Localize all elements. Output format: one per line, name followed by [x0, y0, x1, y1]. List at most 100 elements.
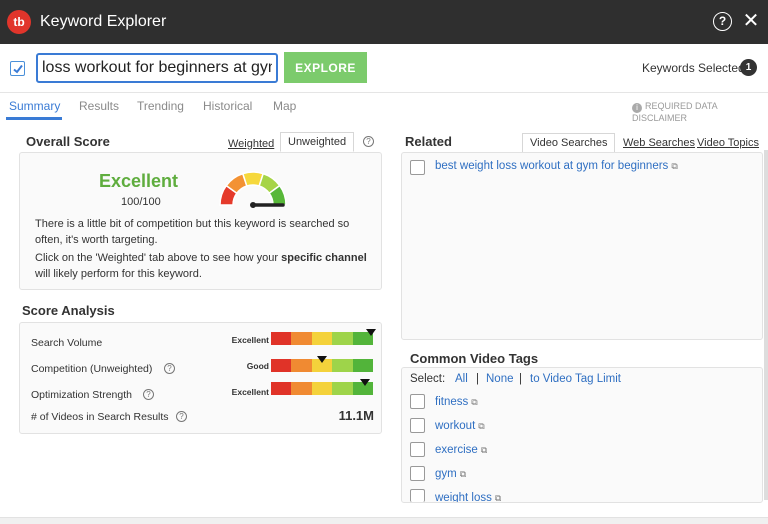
related-card [401, 152, 763, 340]
bar-segment [271, 359, 292, 372]
tag-checkbox[interactable] [410, 466, 425, 481]
bar-segment [332, 359, 353, 372]
competition-question-icon[interactable]: ? [164, 363, 175, 374]
main-tabs: Summary Results Trending Historical Map … [0, 93, 768, 123]
keywords-selected-label[interactable]: Keywords Selected [642, 61, 745, 75]
weighted-hint: Click on the 'Weighted' tab above to see… [35, 250, 370, 282]
select-label: Select: [410, 373, 446, 385]
scrollbar[interactable] [764, 150, 768, 500]
overall-score-title: Overall Score [26, 134, 110, 149]
optimization-level: Excellent [231, 387, 269, 397]
search-volume-level: Excellent [231, 335, 269, 345]
keywords-selected-count-badge[interactable]: 1 [740, 59, 757, 76]
external-link-icon: ⧉ [671, 161, 678, 171]
external-link-icon: ⧉ [471, 397, 478, 407]
tag-text: exercise [435, 444, 478, 456]
tab-summary[interactable]: Summary [9, 99, 60, 113]
videos-count: 11.1M [338, 408, 374, 423]
help-icon[interactable]: ? [713, 12, 732, 31]
related-keyword-text: best weight loss workout at gym for begi… [435, 160, 669, 172]
related-checkbox[interactable] [410, 160, 425, 175]
competition-label-text: Competition (Unweighted) [31, 363, 153, 375]
data-disclaimer-link[interactable]: i REQUIRED DATA DISCLAIMER [632, 101, 768, 123]
tag-checkbox[interactable] [410, 442, 425, 457]
select-all-link[interactable]: All [455, 373, 468, 385]
tab-historical[interactable]: Historical [203, 99, 252, 113]
videos-label-text: # of Videos in Search Results [31, 411, 169, 423]
external-link-icon: ⧉ [480, 445, 488, 455]
weighted-tab[interactable]: Weighted [228, 138, 274, 150]
tag-link[interactable]: exercise ⧉ [435, 444, 487, 456]
search-bar: EXPLORE Keywords Selected 1 [0, 44, 768, 93]
separator: | [476, 373, 479, 385]
bar-segment [332, 382, 353, 395]
external-link-icon: ⧉ [459, 469, 467, 479]
app-title: Keyword Explorer [40, 13, 167, 30]
keyword-checkbox[interactable] [10, 61, 25, 76]
select-none-link[interactable]: None [486, 373, 514, 385]
score-rating: Excellent [99, 171, 179, 191]
bar-segment [332, 332, 353, 345]
video-tags-title: Common Video Tags [410, 351, 539, 366]
competition-marker [317, 356, 327, 363]
select-limit-link[interactable]: to Video Tag Limit [530, 373, 621, 385]
related-title: Related [405, 134, 452, 149]
bar-segment [311, 382, 333, 395]
disclaimer-text: REQUIRED DATA DISCLAIMER [632, 101, 718, 123]
checkmark-icon [13, 64, 23, 74]
keyword-search-input[interactable] [36, 53, 278, 83]
bar-segment [271, 382, 292, 395]
search-volume-label: Search Volume [31, 337, 103, 349]
tag-text: fitness [435, 396, 469, 408]
bar-segment [291, 359, 312, 372]
bar-segment [352, 359, 374, 372]
footer-strip [0, 517, 768, 524]
search-volume-marker [365, 329, 376, 336]
related-keyword-link[interactable]: best weight loss workout at gym for begi… [435, 160, 678, 172]
tag-text: workout [435, 420, 476, 432]
score-gauge [219, 171, 287, 208]
competition-level: Good [246, 361, 269, 371]
app-logo-icon: tb [7, 10, 31, 34]
tag-text: gym [435, 468, 457, 480]
videos-label: # of Videos in Search Results [31, 411, 169, 423]
optimization-bar [271, 382, 374, 395]
tab-video-topics[interactable]: Video Topics [697, 137, 759, 149]
tab-web-searches[interactable]: Web Searches [623, 137, 695, 149]
close-icon[interactable]: ✕ [741, 9, 761, 33]
tag-link[interactable]: workout ⧉ [435, 420, 485, 432]
tag-text: weight loss [435, 492, 492, 502]
unweighted-tab[interactable]: Unweighted [280, 132, 355, 152]
videos-question-icon[interactable]: ? [176, 411, 187, 422]
tab-video-searches[interactable]: Video Searches [522, 133, 616, 153]
score-number: 100/100 [121, 196, 161, 208]
tag-clip: weight loss ⧉ [402, 488, 762, 502]
tag-link[interactable]: weight loss ⧉ [435, 492, 501, 502]
hint-text-end: will likely perform for this keyword. [35, 268, 202, 280]
tag-link[interactable]: fitness ⧉ [435, 396, 478, 408]
optimization-label: Optimization Strength [31, 389, 132, 401]
tag-checkbox[interactable] [410, 394, 425, 409]
tab-trending[interactable]: Trending [137, 99, 184, 113]
tab-results[interactable]: Results [79, 99, 119, 113]
explore-button[interactable]: EXPLORE [284, 52, 367, 83]
active-tab-indicator [6, 117, 62, 120]
bar-segment [291, 382, 312, 395]
info-icon: i [632, 103, 642, 113]
question-icon[interactable]: ? [363, 136, 374, 147]
external-link-icon: ⧉ [478, 421, 485, 431]
competition-label: Competition (Unweighted) [31, 363, 152, 375]
bar-segment [271, 332, 292, 345]
gauge-hub [250, 202, 256, 208]
title-bar: tb Keyword Explorer ? ✕ [0, 0, 768, 44]
tag-link[interactable]: gym ⧉ [435, 468, 466, 480]
external-link-icon: ⧉ [494, 493, 502, 502]
tab-map[interactable]: Map [273, 99, 296, 113]
optimization-label-text: Optimization Strength [31, 389, 132, 401]
tag-checkbox[interactable] [410, 418, 425, 433]
optimization-question-icon[interactable]: ? [143, 389, 154, 400]
bar-segment [291, 332, 312, 345]
score-description: There is a little bit of competition but… [35, 218, 350, 246]
search-volume-bar [271, 332, 374, 345]
bar-segment [311, 332, 333, 345]
